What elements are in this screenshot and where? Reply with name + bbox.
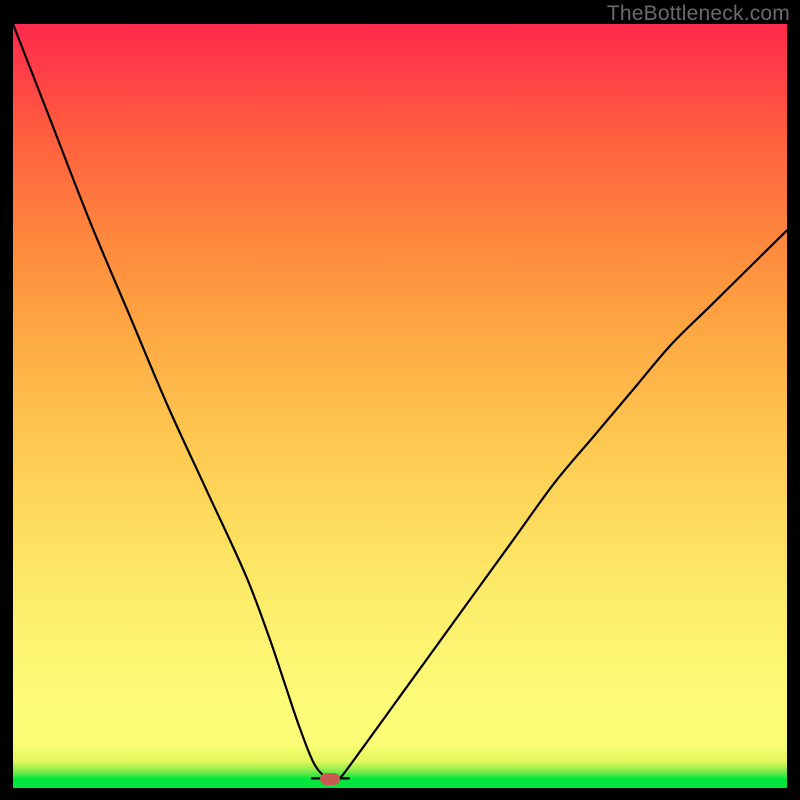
- bottleneck-curve: [13, 24, 787, 783]
- watermark-text: TheBottleneck.com: [607, 2, 790, 26]
- optimal-point-marker: [320, 773, 340, 785]
- chart-curve-svg: [13, 24, 787, 788]
- chart-frame: [13, 24, 787, 788]
